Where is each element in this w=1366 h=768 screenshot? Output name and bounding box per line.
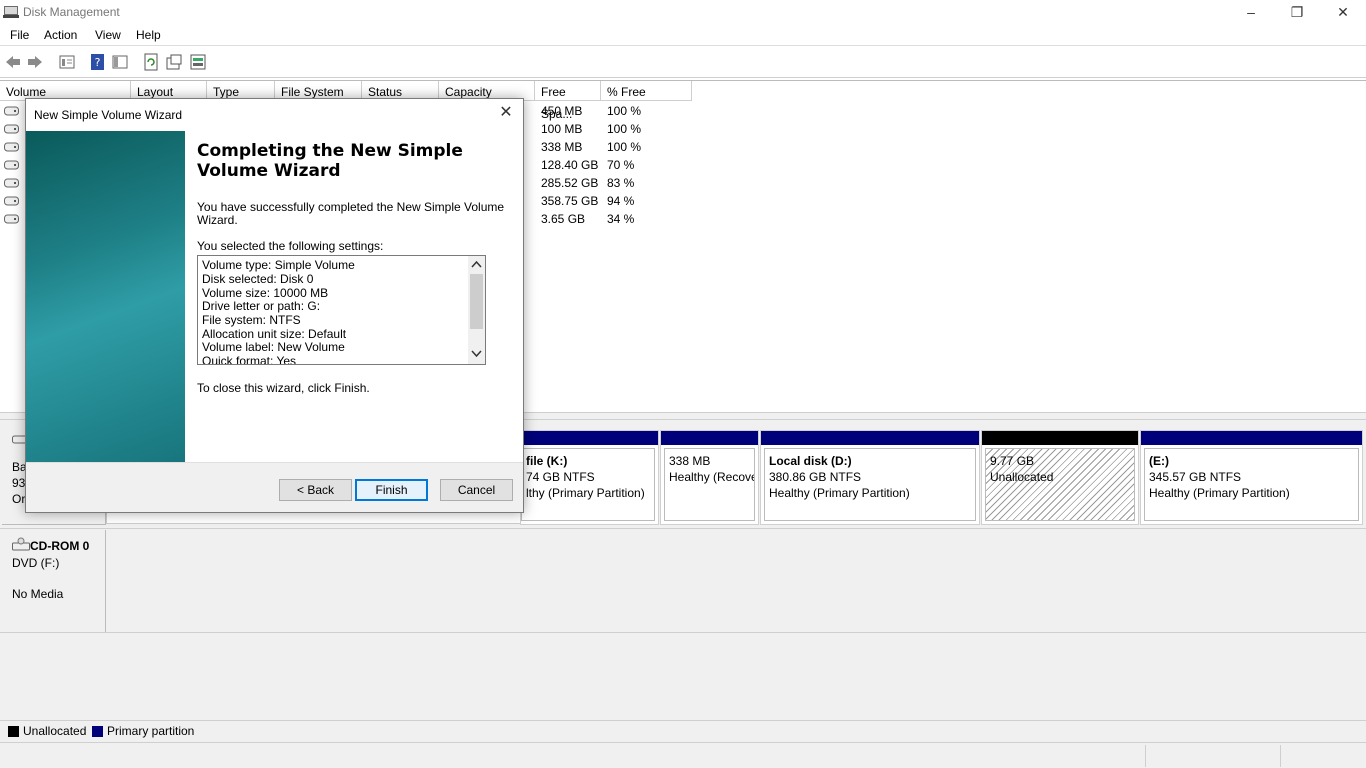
window-title: Disk Management [23,5,120,19]
disk-settings-icon[interactable] [189,53,207,71]
dialog-title: New Simple Volume Wizard [34,108,183,122]
column-free-space[interactable]: Free Spa... [535,81,601,121]
settings-scrollbar[interactable] [468,256,485,364]
back-button[interactable]: < Back [279,479,352,501]
help-icon[interactable]: ? [89,53,107,71]
partition-e[interactable]: (E:) 345.57 GB NTFS Healthy (Primary Par… [1140,430,1363,525]
menu-bar: File Action View Help [0,26,1366,46]
partition-recovery[interactable]: 338 MB Healthy (Recove [660,430,759,525]
restore-button[interactable]: ❐ [1274,2,1320,24]
volume-icon [4,106,19,116]
toolbar: ? [0,48,1366,78]
wizard-side-banner [26,131,185,462]
cdrom-separator [0,632,1366,633]
menu-help[interactable]: Help [136,28,161,42]
disk-separator [0,528,1366,529]
properties-icon[interactable] [58,53,76,71]
volume-icon [4,178,19,188]
cdrom-empty-area [106,530,1366,633]
cdrom-icon [12,537,30,551]
scroll-up-icon[interactable] [471,260,482,268]
column-percent-free[interactable]: % Free [601,81,692,101]
export-icon[interactable] [165,53,183,71]
cdrom-0-label[interactable]: CD-ROM 0 DVD (F:) No Media [2,530,106,633]
volume-icon [4,214,19,224]
status-bar [0,742,1366,768]
close-button[interactable]: ✕ [1320,2,1366,24]
primary-partition-bar [1141,431,1362,445]
legend: Unallocated Primary partition [0,720,1366,742]
minimize-button[interactable]: – [1228,2,1274,24]
unallocated-swatch [8,726,19,737]
primary-partition-bar [521,431,658,445]
primary-partition-bar [761,431,979,445]
scroll-down-icon[interactable] [471,350,482,358]
volume-icon [4,160,19,170]
forward-arrow-icon[interactable] [26,53,44,71]
settings-label: You selected the following settings: [197,239,384,253]
cancel-button[interactable]: Cancel [440,479,513,501]
disk-management-icon [3,6,19,18]
title-bar: Disk Management – ❐ ✕ [0,0,1366,26]
primary-partition-bar [661,431,758,445]
show-hide-pane-icon[interactable] [111,53,129,71]
dialog-close-button[interactable]: ✕ [495,104,517,124]
volume-icon [4,196,19,206]
unallocated-bar [982,431,1138,445]
primary-swatch [92,726,103,737]
settings-summary-box[interactable]: Volume type: Simple Volume Disk selected… [197,255,486,365]
menu-action[interactable]: Action [44,28,77,42]
partition-k[interactable]: file (K:) 74 GB NTFS lthy (Primary Parti… [520,430,659,525]
new-simple-volume-wizard: New Simple Volume Wizard ✕ Completing th… [25,98,524,513]
refresh-icon[interactable] [142,53,160,71]
dialog-footer: < Back Finish Cancel [26,462,523,512]
scrollbar-thumb[interactable] [470,274,483,329]
svg-text:?: ? [95,56,101,69]
partition-d[interactable]: Local disk (D:) 380.86 GB NTFS Healthy (… [760,430,980,525]
success-message: You have successfully completed the New … [197,200,505,227]
unallocated-space[interactable]: 9.77 GB Unallocated [981,430,1139,525]
back-arrow-icon[interactable] [4,53,22,71]
menu-view[interactable]: View [95,28,121,42]
menu-file[interactable]: File [10,28,29,42]
wizard-heading: Completing the New Simple Volume Wizard [197,141,463,181]
volume-icon [4,142,19,152]
finish-button[interactable]: Finish [355,479,428,501]
close-hint: To close this wizard, click Finish. [197,381,370,395]
volume-icon [4,124,19,134]
